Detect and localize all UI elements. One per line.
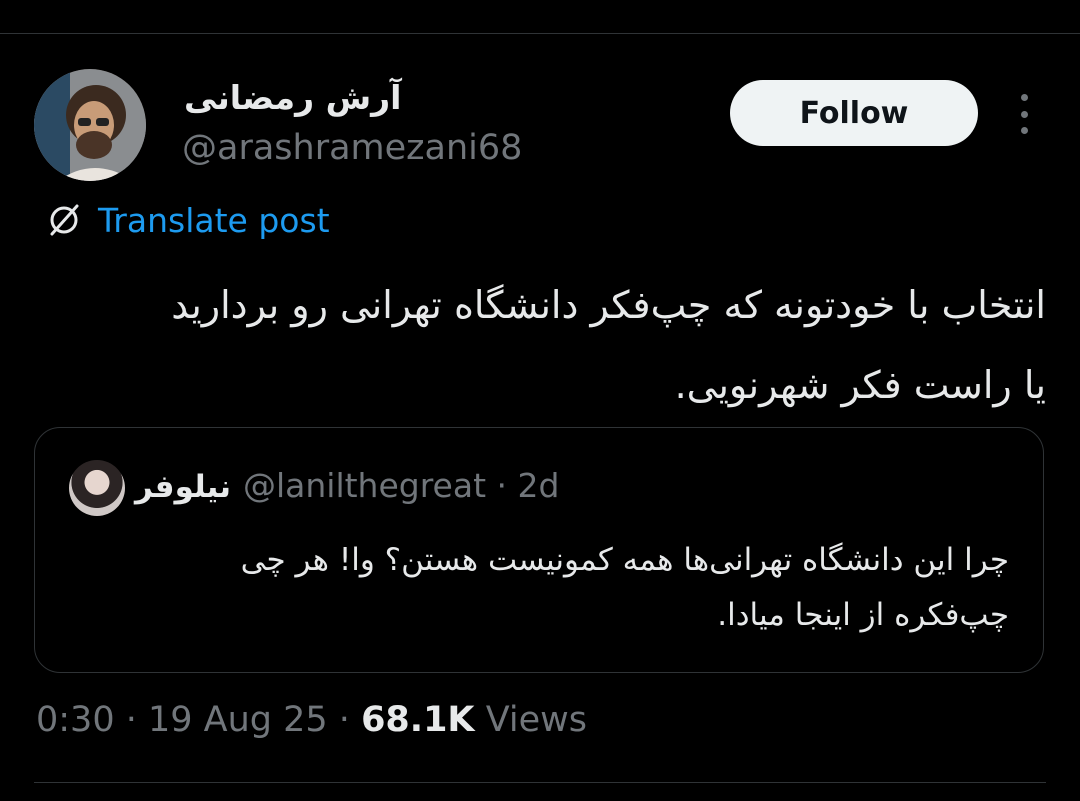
quoted-time: 2d	[517, 466, 560, 505]
post-date[interactable]: 19 Aug 25	[148, 700, 328, 740]
quoted-header: نیلوفر @lanilthegreat · 2d	[135, 466, 559, 505]
more-dot	[1020, 110, 1028, 118]
quoted-handle-time: @lanilthegreat · 2d	[242, 466, 560, 505]
quoted-avatar	[69, 460, 125, 516]
translate-post-link[interactable]: Translate post	[44, 198, 330, 242]
views-count: 68.1K	[361, 700, 475, 740]
author-display-name[interactable]: آرش رمضانی	[184, 78, 401, 117]
quoted-text-line: چرا این دانشگاه تهرانی‌ها همه کمونیست هس…	[240, 542, 1009, 578]
more-dot	[1020, 94, 1028, 101]
tweet-text-line: یا راست فکر شهرنویی.	[674, 363, 1046, 407]
more-dot	[1020, 127, 1028, 134]
author-handle[interactable]: @arashramezani68	[182, 128, 522, 168]
quoted-post-card[interactable]: نیلوفر @lanilthegreat · 2d چرا این دانشگ…	[34, 427, 1044, 673]
tweet-text-line: انتخاب با خودتونه که چپ‌فکر دانشگاه تهرا…	[171, 283, 1046, 327]
quoted-handle: @lanilthegreat	[242, 466, 487, 505]
follow-button[interactable]: Follow	[730, 80, 978, 146]
author-avatar[interactable]	[34, 69, 146, 181]
post-meta: 0:30 · 19 Aug 25 · 68.1K Views	[36, 700, 587, 740]
quoted-text: چرا این دانشگاه تهرانی‌ها همه کمونیست هس…	[69, 533, 1009, 643]
tweet-text: انتخاب با خودتونه که چپ‌فکر دانشگاه تهرا…	[36, 265, 1046, 425]
quoted-display-name: نیلوفر	[135, 469, 231, 505]
bottom-divider	[34, 782, 1046, 783]
more-options-icon[interactable]	[1010, 94, 1038, 134]
post-time[interactable]: 0:30	[36, 700, 115, 740]
translate-label: Translate post	[98, 200, 330, 240]
quoted-text-line: چپ‌فکره از اینجا میادا.	[717, 597, 1009, 633]
views-label: Views	[485, 700, 587, 740]
translate-icon	[44, 200, 84, 240]
top-divider	[0, 33, 1080, 34]
